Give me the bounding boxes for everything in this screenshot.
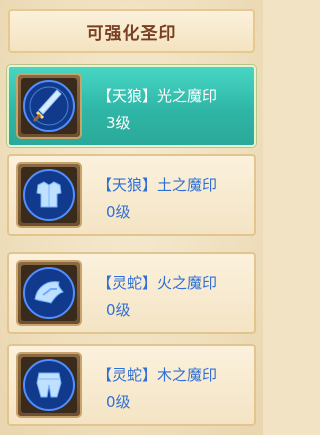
- seal-icon-frame: [16, 260, 82, 326]
- leggings-icon: [23, 359, 75, 411]
- armor-icon: [23, 169, 75, 221]
- panel-title: 可强化圣印: [8, 9, 255, 53]
- seal-item-1[interactable]: 【天狼】光之魔印 3级: [7, 65, 256, 147]
- seal-item-3[interactable]: 【灵蛇】火之魔印 0级: [7, 252, 256, 334]
- seal-item-2[interactable]: 【天狼】土之魔印 0级: [7, 154, 256, 236]
- helmet-icon: [23, 267, 75, 319]
- seal-icon-frame: [16, 352, 82, 418]
- seal-name: 【灵蛇】木之魔印: [97, 366, 218, 384]
- seal-name: 【灵蛇】火之魔印: [97, 274, 218, 292]
- panel-title-text: 可强化圣印: [86, 23, 177, 44]
- seal-name: 【天狼】光之魔印: [97, 87, 218, 105]
- seal-icon-frame: [16, 162, 82, 228]
- seal-name: 【天狼】土之魔印: [97, 176, 218, 194]
- seal-level: 3级: [106, 114, 131, 132]
- seal-list-panel: 可强化圣印 【天狼】光之魔印 3级 【天狼】土之魔印 0级 【灵蛇】火之魔印 0…: [0, 0, 263, 435]
- seal-level: 0级: [106, 203, 131, 221]
- seal-level: 0级: [106, 301, 131, 319]
- seal-icon-frame: [16, 73, 82, 139]
- sword-icon: [23, 80, 75, 132]
- seal-level: 0级: [106, 393, 131, 411]
- seal-item-4[interactable]: 【灵蛇】木之魔印 0级: [7, 344, 256, 426]
